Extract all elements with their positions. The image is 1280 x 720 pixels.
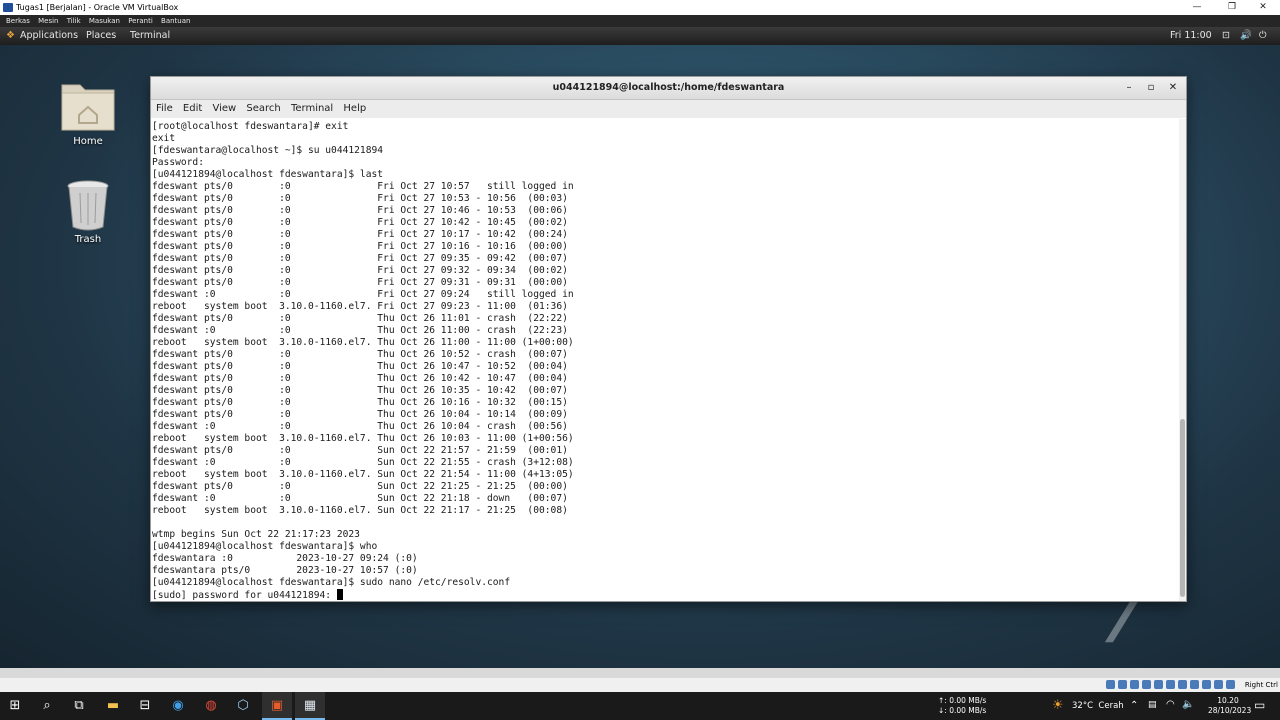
net-upload: ↑: 0.00 MB/s <box>938 696 987 705</box>
terminal-maximize-icon[interactable]: ▫ <box>1143 77 1159 99</box>
restore-icon[interactable]: ❐ <box>1225 0 1239 15</box>
applications-icon: ❖ <box>6 30 15 41</box>
clock-time: 10.20 <box>1217 696 1239 705</box>
wifi-icon[interactable]: ◠ <box>1166 699 1175 710</box>
device-status-icons[interactable] <box>1103 680 1235 690</box>
file-explorer-icon[interactable]: ▬ <box>98 692 128 720</box>
trash-label: Trash <box>74 234 102 245</box>
terminal-close-icon[interactable]: ✕ <box>1165 77 1181 99</box>
applications-menu[interactable]: Applications <box>20 27 78 45</box>
start-icon[interactable]: ⊞ <box>0 692 30 720</box>
trash-desktop-icon[interactable]: Trash <box>53 179 123 245</box>
vm-window-taskbar-icon[interactable]: ▦ <box>295 692 325 720</box>
vm-horizontal-scrollbar[interactable] <box>0 668 1280 678</box>
windows-taskbar: ⊞ ⌕ ⧉ ▬ ⊟ ◉ ◍ ⬡ ▣ ▦ ↑: 0.00 MB/s ↓: 0.00… <box>0 692 1280 720</box>
edge-icon[interactable]: ◉ <box>163 692 193 720</box>
chrome-icon[interactable]: ◍ <box>196 692 226 720</box>
clock-date: 28/10/2023 <box>1208 706 1252 715</box>
terminal-minimize-icon[interactable]: – <box>1121 77 1137 99</box>
minimize-icon[interactable]: — <box>1190 0 1204 15</box>
weather-text[interactable]: 32°C Cerah <box>1072 701 1124 711</box>
virtualbox-taskbar-icon[interactable]: ⬡ <box>228 692 258 720</box>
network-icon[interactable]: ⊡ <box>1222 27 1230 45</box>
virtualbox-titlebar: Tugas1 [Berjalan] - Oracle VM VirtualBox… <box>0 0 1280 15</box>
scrollbar-thumb[interactable] <box>1180 419 1185 597</box>
app-taskbar-icon[interactable]: ▣ <box>262 692 292 720</box>
virtualbox-menubar: Berkas Mesin Tilik Masukan Peranti Bantu… <box>0 15 1280 27</box>
terminal-titlebar[interactable]: u044121894@localhost:/home/fdeswantara –… <box>151 77 1186 100</box>
search-icon[interactable]: ⌕ <box>32 692 62 720</box>
home-desktop-icon[interactable]: Home <box>53 77 123 147</box>
terminal-title: u044121894@localhost:/home/fdeswantara <box>552 82 785 93</box>
menu-mesin[interactable]: Mesin <box>38 15 58 27</box>
gnome-top-panel: ❖ Applications Places Terminal Fri 11:00… <box>0 27 1280 45</box>
speaker-icon[interactable]: 🔈 <box>1182 699 1194 710</box>
terminal-menu-file[interactable]: File <box>156 100 173 118</box>
notification-icon[interactable]: ▭ <box>1254 698 1265 712</box>
virtualbox-icon <box>3 3 13 12</box>
terminal-menu-edit[interactable]: Edit <box>183 100 202 118</box>
usb-icon[interactable] <box>1154 680 1163 689</box>
text-cursor <box>336 589 343 600</box>
host-key-label: Right Ctrl <box>1244 681 1278 689</box>
terminal-output: [root@localhost fdeswantara]# exit exit … <box>152 121 574 601</box>
system-clock[interactable]: 10.20 28/10/2023 <box>1208 696 1252 716</box>
volume-icon[interactable]: 🔊 <box>1240 27 1252 45</box>
tray-app-icon[interactable]: ▤ <box>1148 700 1157 710</box>
terminal-scrollbar[interactable] <box>1179 119 1186 601</box>
terminal-menubar: File Edit View Search Terminal Help <box>151 100 1186 118</box>
recording-icon[interactable] <box>1190 680 1199 689</box>
terminal-screen[interactable]: [root@localhost fdeswantara]# exit exit … <box>151 119 1179 601</box>
clock[interactable]: Fri 11:00 <box>1170 27 1212 45</box>
keyboard-icon[interactable] <box>1226 680 1235 689</box>
store-icon[interactable]: ⊟ <box>130 692 160 720</box>
terminal-menu-terminal[interactable]: Terminal <box>291 100 333 118</box>
virtualbox-window-title: Tugas1 [Berjalan] - Oracle VM VirtualBox <box>16 3 179 12</box>
optical-drive-icon[interactable] <box>1118 680 1127 689</box>
network-adapter-icon[interactable] <box>1142 680 1151 689</box>
close-icon[interactable]: ✕ <box>1256 0 1270 15</box>
task-view-icon[interactable]: ⧉ <box>64 692 94 720</box>
folder-icon <box>61 84 115 131</box>
display-icon[interactable] <box>1178 680 1187 689</box>
tray-chevron-icon[interactable]: ⌃ <box>1130 700 1138 711</box>
terminal-task[interactable]: Terminal <box>130 27 170 45</box>
net-download: ↓: 0.00 MB/s <box>938 706 987 715</box>
weather-icon[interactable]: ☀ <box>1052 698 1064 713</box>
cpu-icon[interactable] <box>1202 680 1211 689</box>
menu-tilik[interactable]: Tilik <box>67 15 81 27</box>
virtualbox-statusbar: Right Ctrl <box>0 678 1280 692</box>
network-speed: ↑: 0.00 MB/s ↓: 0.00 MB/s <box>938 696 986 716</box>
shared-folder-icon[interactable] <box>1166 680 1175 689</box>
hard-disk-icon[interactable] <box>1106 680 1115 689</box>
audio-icon[interactable] <box>1130 680 1139 689</box>
menu-berkas[interactable]: Berkas <box>6 15 30 27</box>
power-icon[interactable]: ⏻ <box>1259 27 1267 45</box>
terminal-menu-view[interactable]: View <box>212 100 236 118</box>
places-menu[interactable]: Places <box>86 27 116 45</box>
menu-peranti[interactable]: Peranti <box>128 15 153 27</box>
terminal-menu-search[interactable]: Search <box>246 100 280 118</box>
mouse-integration-icon[interactable] <box>1214 680 1223 689</box>
menu-bantuan[interactable]: Bantuan <box>161 15 190 27</box>
menu-masukan[interactable]: Masukan <box>89 15 120 27</box>
trash-icon <box>67 180 109 231</box>
terminal-menu-help[interactable]: Help <box>343 100 366 118</box>
terminal-window[interactable]: u044121894@localhost:/home/fdeswantara –… <box>150 76 1187 602</box>
home-label: Home <box>73 136 103 147</box>
